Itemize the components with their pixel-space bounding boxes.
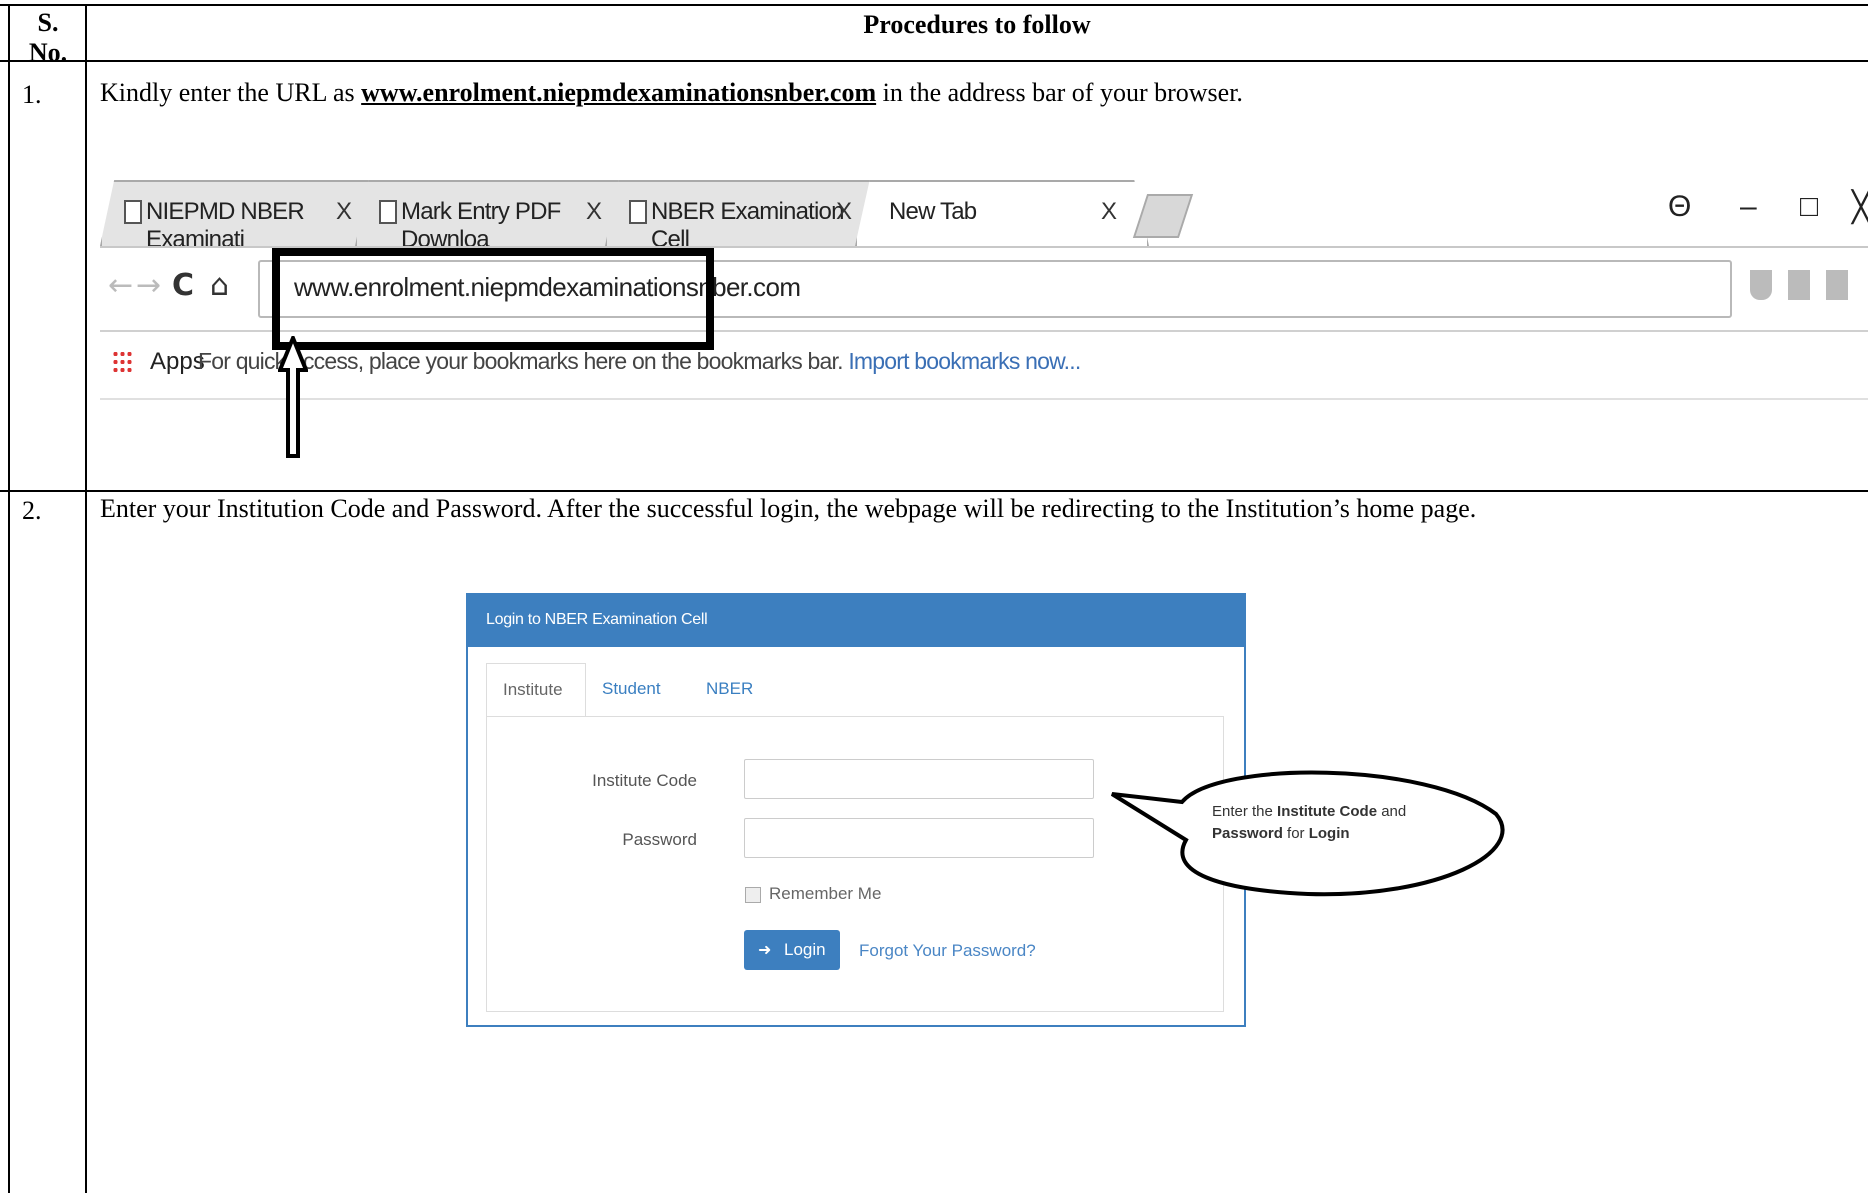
institute-code-input[interactable] <box>744 759 1094 799</box>
login-panel-header: Login to NBER Examination Cell <box>468 595 1244 647</box>
forgot-password-link[interactable]: Forgot Your Password? <box>859 941 1036 961</box>
row2-sno: 2. <box>22 496 42 525</box>
page-icon <box>379 200 397 224</box>
callout-line2-a: Password <box>1212 825 1283 842</box>
close-icon[interactable]: X <box>586 198 602 226</box>
up-arrow-annotation <box>278 336 308 458</box>
back-arrow-icon[interactable]: ← <box>108 268 133 303</box>
tab-label: New Tab <box>889 198 977 225</box>
minimize-icon[interactable]: – <box>1740 190 1757 224</box>
tab-institute-label: Institute <box>503 680 563 699</box>
row1-text-after: in the address bar of your browser. <box>876 78 1243 107</box>
page-icon <box>629 200 647 224</box>
apps-shortcut[interactable]: Apps <box>150 348 205 376</box>
callout-line-2: Password for Login <box>1212 823 1406 845</box>
pdf-icon[interactable] <box>1826 270 1848 300</box>
window-close-icon[interactable]: ╳ <box>1852 190 1868 225</box>
profile-icon[interactable]: Θ <box>1668 190 1691 224</box>
login-button-label: Login <box>784 940 826 959</box>
table-top-border <box>0 4 1868 6</box>
callout-line1-c: and <box>1377 803 1407 820</box>
row1-url-link[interactable]: www.enrolment.niepmdexaminationsnber.com <box>361 78 876 107</box>
browser-tab-3[interactable]: NBER Examination Cell X <box>605 180 884 246</box>
callout-line-1: Enter the Institute Code and <box>1212 801 1406 823</box>
browser-tab-1[interactable]: NIEPMD NBER Examinati X <box>100 180 384 246</box>
forward-arrow-icon[interactable]: → <box>136 268 161 303</box>
tab-institute[interactable]: Institute <box>486 663 586 717</box>
table-column-divider <box>85 4 87 1193</box>
remember-me-label: Remember Me <box>769 884 882 903</box>
tab-student-label: Student <box>602 679 661 698</box>
close-icon[interactable]: X <box>1101 198 1117 226</box>
header-procedures: Procedures to follow <box>863 10 1091 39</box>
tab-nber[interactable]: NBER <box>706 663 766 715</box>
callout-line1-a: Enter the <box>1212 803 1278 820</box>
login-button[interactable]: ➜ Login <box>744 930 840 970</box>
extension-icon[interactable] <box>1788 270 1810 300</box>
institute-code-label: Institute Code <box>592 771 697 790</box>
address-highlight-box <box>272 248 714 350</box>
login-panel-title: Login to NBER Examination Cell <box>486 611 708 628</box>
row1-sno: 1. <box>22 80 42 109</box>
close-icon[interactable]: X <box>836 198 852 226</box>
apps-grid-icon[interactable] <box>112 350 132 374</box>
table-row-divider <box>0 490 1868 492</box>
close-icon[interactable]: X <box>336 198 352 226</box>
table-header-divider <box>0 60 1868 62</box>
bookmarks-hint: For quick access, place your bookmarks h… <box>198 348 1081 375</box>
tab-strip: NIEPMD NBER Examinati X Mark Entry PDF D… <box>100 172 1868 248</box>
sign-in-icon: ➜ <box>758 942 772 959</box>
row1-instruction: Kindly enter the URL as www.enrolment.ni… <box>100 78 1243 108</box>
callout-line2-c: Login <box>1308 825 1350 842</box>
reload-icon[interactable]: C <box>172 268 194 303</box>
password-input[interactable] <box>744 818 1094 858</box>
restore-icon[interactable]: □ <box>1800 190 1818 224</box>
password-label: Password <box>622 830 697 849</box>
row2-instruction: Enter your Institution Code and Password… <box>100 494 1477 523</box>
import-bookmarks-link[interactable]: Import bookmarks now... <box>848 348 1081 374</box>
shield-icon[interactable] <box>1750 270 1772 300</box>
table-left-border <box>8 4 10 1193</box>
callout-text: Enter the Institute Code and Password fo… <box>1212 801 1406 845</box>
new-tab-button[interactable] <box>1132 194 1194 238</box>
callout-line1-b: Institute Code <box>1277 803 1378 820</box>
header-sno: S. No. <box>28 8 68 67</box>
page-icon <box>124 200 142 224</box>
row1-text-before: Kindly enter the URL as <box>100 78 362 107</box>
remember-me-checkbox[interactable] <box>745 887 761 903</box>
tab-nber-label: NBER <box>706 679 754 698</box>
home-icon[interactable]: ⌂ <box>210 268 229 303</box>
tab-student[interactable]: Student <box>602 663 682 715</box>
callout-line2-b: for <box>1282 825 1309 842</box>
browser-tab-2[interactable]: Mark Entry PDF Downloa X <box>355 180 634 246</box>
browser-tab-4[interactable]: New Tab X <box>855 180 1149 246</box>
